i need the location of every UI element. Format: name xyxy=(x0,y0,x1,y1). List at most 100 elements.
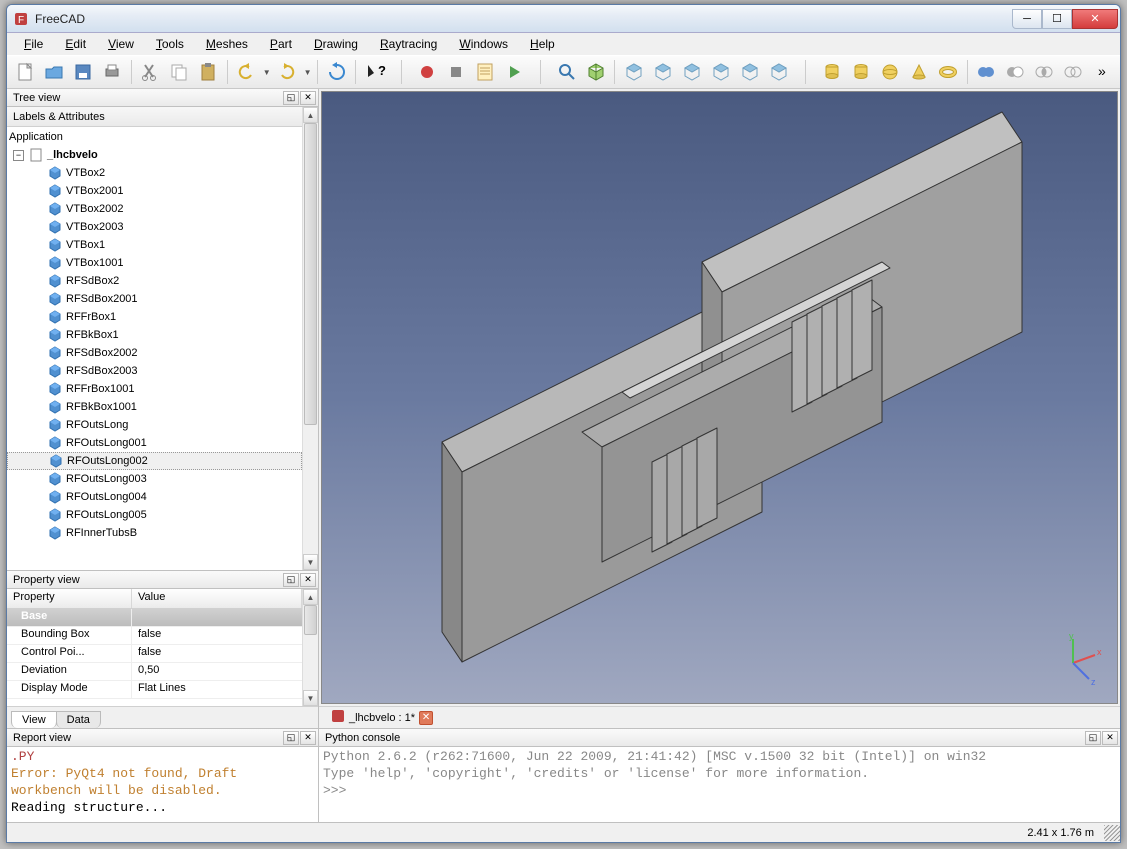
tree-item[interactable]: RFFrBox1 xyxy=(7,308,302,326)
menu-drawing[interactable]: Drawing xyxy=(303,34,369,54)
tree-item[interactable]: VTBox1 xyxy=(7,236,302,254)
property-tab-view[interactable]: View xyxy=(11,711,57,728)
front-icon[interactable] xyxy=(620,58,647,86)
play-icon[interactable] xyxy=(501,58,528,86)
tree-item[interactable]: RFSdBox2003 xyxy=(7,362,302,380)
menu-file[interactable]: File xyxy=(13,34,54,54)
bool-section-icon[interactable] xyxy=(1060,58,1087,86)
tree-scrollbar[interactable]: ▲ ▼ xyxy=(302,107,318,570)
overflow-icon[interactable]: » xyxy=(1089,58,1116,86)
record-icon[interactable] xyxy=(414,58,441,86)
dock-button[interactable]: ◱ xyxy=(1085,731,1101,745)
tree-item[interactable]: RFBkBox1001 xyxy=(7,398,302,416)
left-icon[interactable] xyxy=(766,58,793,86)
cone-icon[interactable] xyxy=(905,58,932,86)
dock-button[interactable]: ◱ xyxy=(283,91,299,105)
property-row[interactable]: Control Poi...false xyxy=(7,645,302,663)
top-icon[interactable] xyxy=(649,58,676,86)
menu-view[interactable]: View xyxy=(97,34,145,54)
open-icon[interactable] xyxy=(40,58,67,86)
property-row[interactable]: Deviation0,50 xyxy=(7,663,302,681)
close-button[interactable]: ✕ xyxy=(1072,9,1118,29)
sphere-icon[interactable] xyxy=(876,58,903,86)
iso-icon[interactable] xyxy=(582,58,609,86)
dropdown-arrow-icon[interactable]: ▼ xyxy=(262,68,272,77)
refresh-icon[interactable] xyxy=(323,58,350,86)
tree-item[interactable]: VTBox2 xyxy=(7,164,302,182)
menu-edit[interactable]: Edit xyxy=(54,34,97,54)
viewport-3d[interactable]: x y z xyxy=(321,91,1118,704)
tree-item[interactable]: VTBox2001 xyxy=(7,182,302,200)
tree-document[interactable]: −_lhcbvelo xyxy=(7,146,302,164)
tree-item[interactable]: RFOutsLong003 xyxy=(7,470,302,488)
torus-icon[interactable] xyxy=(934,58,961,86)
property-row[interactable]: Display ModeFlat Lines xyxy=(7,681,302,699)
document-tab[interactable]: _lhcbvelo : 1* ✕ xyxy=(325,707,439,728)
bool-union-icon[interactable] xyxy=(973,58,1000,86)
panel-close-button[interactable]: ✕ xyxy=(1102,731,1118,745)
tree-item[interactable]: VTBox1001 xyxy=(7,254,302,272)
panel-close-button[interactable]: ✕ xyxy=(300,731,316,745)
redo-icon[interactable] xyxy=(274,58,301,86)
tree-item[interactable]: RFOutsLong004 xyxy=(7,488,302,506)
menu-meshes[interactable]: Meshes xyxy=(195,34,259,54)
cylinder2-icon[interactable] xyxy=(847,58,874,86)
panel-close-button[interactable]: ✕ xyxy=(300,91,316,105)
cut-icon[interactable] xyxy=(136,58,163,86)
tree-item[interactable]: VTBox2003 xyxy=(7,218,302,236)
property-scrollbar[interactable]: ▲ ▼ xyxy=(302,589,318,706)
scroll-up-button[interactable]: ▲ xyxy=(303,589,318,605)
property-tab-data[interactable]: Data xyxy=(56,711,101,728)
save-icon[interactable] xyxy=(69,58,96,86)
tree-item[interactable]: RFBkBox1 xyxy=(7,326,302,344)
menu-part[interactable]: Part xyxy=(259,34,303,54)
tree-item[interactable]: RFOutsLong001 xyxy=(7,434,302,452)
print-icon[interactable] xyxy=(98,58,125,86)
tree-item[interactable]: VTBox2002 xyxy=(7,200,302,218)
back-icon[interactable] xyxy=(708,58,735,86)
whatsthis-icon[interactable]: ? xyxy=(361,58,388,86)
new-doc-icon[interactable] xyxy=(11,58,38,86)
zoom-fit-icon[interactable] xyxy=(553,58,580,86)
cylinder-icon[interactable] xyxy=(818,58,845,86)
property-group[interactable]: Base xyxy=(7,609,302,627)
paste-icon[interactable] xyxy=(195,58,222,86)
scroll-down-button[interactable]: ▼ xyxy=(303,554,318,570)
scroll-down-button[interactable]: ▼ xyxy=(303,690,318,706)
dropdown-arrow-icon[interactable]: ▼ xyxy=(303,68,313,77)
tree-item[interactable]: RFOutsLong002 xyxy=(7,452,302,470)
col-value[interactable]: Value xyxy=(132,589,302,608)
menu-tools[interactable]: Tools xyxy=(145,34,195,54)
report-body[interactable]: .PYError: PyQt4 not found, Draftworkbenc… xyxy=(7,747,318,822)
tree-item[interactable]: RFSdBox2002 xyxy=(7,344,302,362)
resize-grip[interactable] xyxy=(1104,825,1120,841)
minimize-button[interactable]: ─ xyxy=(1012,9,1042,29)
tab-close-button[interactable]: ✕ xyxy=(419,711,433,725)
tree-item[interactable]: RFFrBox1001 xyxy=(7,380,302,398)
bool-intersect-icon[interactable] xyxy=(1031,58,1058,86)
undo-icon[interactable] xyxy=(233,58,260,86)
bottom-icon[interactable] xyxy=(737,58,764,86)
scroll-up-button[interactable]: ▲ xyxy=(303,107,318,123)
dock-button[interactable]: ◱ xyxy=(283,731,299,745)
tree-item[interactable]: RFOutsLong005 xyxy=(7,506,302,524)
console-body[interactable]: Python 2.6.2 (r262:71600, Jun 22 2009, 2… xyxy=(319,747,1120,822)
bool-cut-icon[interactable] xyxy=(1002,58,1029,86)
copy-icon[interactable] xyxy=(166,58,193,86)
tree-item[interactable]: RFSdBox2001 xyxy=(7,290,302,308)
property-row[interactable]: Bounding Boxfalse xyxy=(7,627,302,645)
menu-raytracing[interactable]: Raytracing xyxy=(369,34,448,54)
col-property[interactable]: Property xyxy=(7,589,132,608)
tree-body[interactable]: Application−_lhcbveloVTBox2VTBox2001VTBo… xyxy=(7,127,302,570)
tree-item[interactable]: RFOutsLong xyxy=(7,416,302,434)
tree-root[interactable]: Application xyxy=(7,128,302,146)
property-body[interactable]: BaseBounding BoxfalseControl Poi...false… xyxy=(7,609,302,706)
right-icon[interactable] xyxy=(678,58,705,86)
macro-icon[interactable] xyxy=(472,58,499,86)
maximize-button[interactable]: ☐ xyxy=(1042,9,1072,29)
menu-windows[interactable]: Windows xyxy=(448,34,519,54)
panel-close-button[interactable]: ✕ xyxy=(300,573,316,587)
dock-button[interactable]: ◱ xyxy=(283,573,299,587)
menu-help[interactable]: Help xyxy=(519,34,566,54)
expand-toggle-icon[interactable]: − xyxy=(13,150,24,161)
